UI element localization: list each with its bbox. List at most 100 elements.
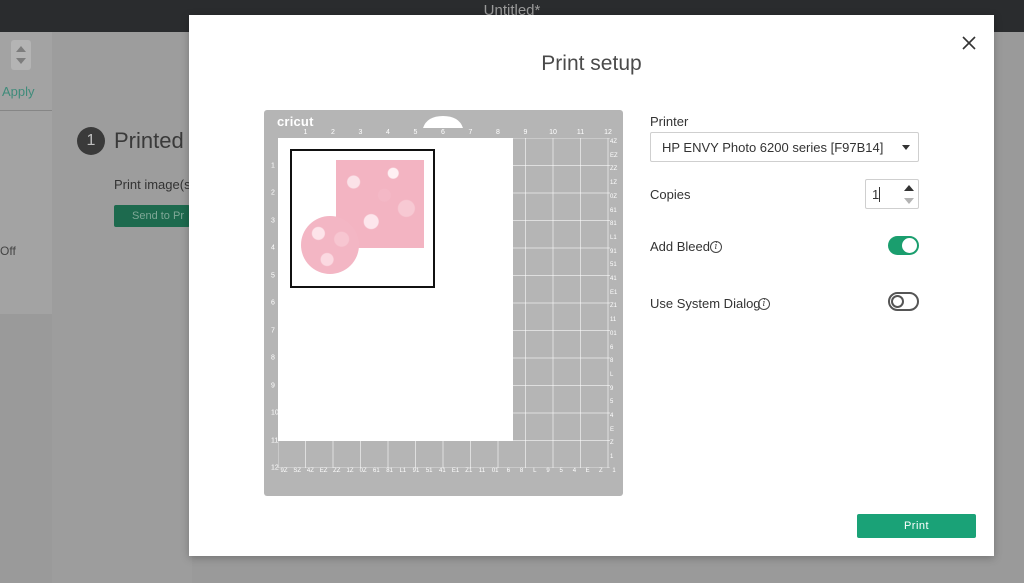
ruler-bottom-number: 81: [386, 468, 393, 474]
ruler-left-number: 6: [271, 299, 275, 307]
ruler-top-number: 1: [303, 129, 308, 136]
ruler-left-number: 7: [271, 327, 275, 334]
background-apply-link: Apply: [2, 84, 35, 99]
ruler-left-number: 2: [271, 189, 275, 197]
ruler-right-number: 6: [610, 344, 614, 351]
ruler-right-number: 41: [610, 276, 617, 282]
ruler-left-number: 9: [271, 382, 275, 389]
background-print-image-label: Print image(s: [114, 177, 189, 192]
ruler-top-number: 3: [358, 129, 363, 136]
ruler-bottom-number: 4Z: [306, 468, 314, 474]
ruler-bottom-number: L1: [399, 468, 407, 474]
ruler-right-number: ZZ: [610, 166, 618, 173]
ruler-top-number: 6: [441, 129, 445, 136]
ruler-right-number: Z1: [610, 303, 618, 310]
ruler-bottom-number: 6: [506, 468, 511, 474]
ruler-right-number: E1: [610, 289, 618, 296]
print-cut-frame[interactable]: [290, 149, 435, 288]
ruler-right-number: 51: [610, 262, 617, 269]
background-left-panel: [0, 32, 52, 314]
ruler-top-number: 11: [576, 129, 585, 136]
ruler-right-number: 4Z: [610, 139, 618, 145]
ruler-bottom-number: SZ: [293, 468, 302, 474]
ruler-bottom-number: E1: [451, 468, 460, 474]
close-icon: [962, 36, 976, 50]
system-dialog-toggle[interactable]: [888, 292, 919, 311]
ruler-bottom-number: 1: [612, 468, 616, 474]
ruler-bottom-number: 9: [546, 468, 550, 474]
background-main: [52, 32, 192, 583]
ruler-left-number: 12: [271, 464, 279, 472]
printer-select[interactable]: HP ENVY Photo 6200 series [F97B14]: [650, 132, 919, 162]
system-dialog-info-icon[interactable]: i: [758, 298, 770, 310]
copies-label: Copies: [650, 187, 691, 202]
ruler-left-number: 5: [271, 272, 275, 279]
ruler-bottom-number: 01: [491, 468, 499, 474]
toggle-knob: [902, 238, 917, 253]
ruler-bottom-number: 4: [572, 468, 577, 474]
ruler-right-number: 8: [610, 358, 614, 365]
background-stepper: [11, 40, 31, 70]
ruler-right-number: 9: [610, 385, 614, 392]
ruler-bottom-number: EZ: [319, 468, 328, 474]
decrement-arrow-icon[interactable]: [902, 196, 916, 206]
background-step-number: 1: [77, 127, 105, 155]
increment-arrow-icon[interactable]: [902, 183, 916, 193]
ruler-right-number: 5: [610, 399, 614, 406]
ruler-right-number: Z: [610, 440, 614, 447]
print-setup-dialog: Print setup cricut 1 2 3 4 5 6 7 8 9 10 11 12 1 2 3 4 5 6…: [189, 15, 994, 556]
ruler-right-number: E: [610, 426, 615, 433]
printer-label: Printer: [650, 114, 689, 129]
add-bleed-toggle[interactable]: [888, 236, 919, 255]
ruler-bottom-number: Z1: [465, 468, 473, 474]
ruler-left-number: 10: [271, 409, 279, 417]
mat-tab-notch: [423, 116, 463, 128]
background-off-label: Off: [0, 244, 16, 258]
ruler-bottom-number: 51: [425, 468, 433, 474]
copies-input[interactable]: 1: [865, 179, 919, 209]
ruler-right-number: 11: [610, 317, 617, 324]
ruler-top-number: 8: [496, 129, 500, 136]
ruler-left-number: 11: [271, 437, 279, 444]
ruler-top-number: 4: [386, 129, 390, 136]
ruler-bottom-number: 61: [373, 468, 380, 474]
ruler-left-number: 3: [271, 217, 275, 224]
ruler-left-number: 1: [271, 162, 275, 169]
ruler-bottom-number: 41: [439, 468, 446, 474]
ruler-right-number: L1: [610, 234, 617, 241]
ruler-right-number: 81: [610, 221, 617, 228]
chevron-down-icon: [902, 145, 910, 150]
ruler-top-number: 9: [523, 129, 528, 136]
ruler-right-number: 1Z: [610, 180, 618, 187]
close-button[interactable]: [960, 34, 978, 52]
pink-circle-image: [301, 216, 359, 274]
ruler-right-number: 01: [610, 330, 617, 337]
ruler-bottom-number: ZZ: [333, 468, 341, 474]
ruler-bottom-number: L: [533, 468, 537, 474]
print-button[interactable]: Print: [857, 514, 976, 538]
ruler-bottom-number: 0Z: [359, 468, 367, 474]
add-bleed-info-icon[interactable]: i: [710, 241, 722, 253]
cricut-logo: cricut: [277, 114, 314, 129]
ruler-bottom-number: E: [585, 468, 590, 474]
ruler-right-number: 0Z: [610, 193, 618, 200]
ruler-bottom-number: Z: [598, 468, 603, 474]
ruler-right-number: 1: [610, 454, 614, 461]
ruler-bottom-number: 11: [478, 468, 486, 474]
ruler-top-number: 10: [549, 129, 557, 136]
printer-select-value: HP ENVY Photo 6200 series [F97B14]: [662, 140, 884, 155]
mat-preview: cricut 1 2 3 4 5 6 7 8 9 10 11 12 1 2 3 4 5 6 7 8 9 10 11 12 4Z E…: [264, 110, 623, 496]
toggle-knob: [891, 295, 904, 308]
ruler-top-number: 2: [331, 129, 335, 136]
background-divider: [0, 110, 52, 111]
ruler-top-number: 7: [468, 129, 473, 136]
ruler-right-number: L: [610, 371, 614, 378]
ruler-top-number: 12: [604, 129, 612, 136]
ruler-right-number: 91: [610, 248, 617, 255]
ruler-left-number: 4: [271, 244, 275, 252]
ruler-right-number: 61: [610, 207, 617, 214]
ruler-right-number: EZ: [610, 152, 618, 159]
ruler-bottom-number: 5: [559, 468, 563, 474]
ruler-bottom-number: 91: [412, 468, 420, 474]
ruler-left-number: 8: [271, 354, 275, 362]
